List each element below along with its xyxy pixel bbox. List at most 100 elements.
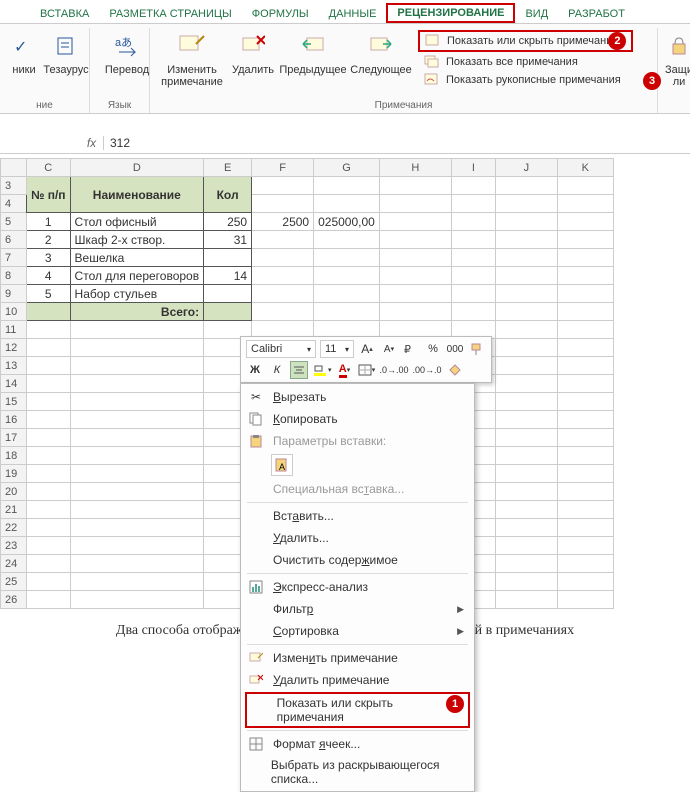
cell[interactable]: 025000,00 xyxy=(314,213,380,231)
cell[interactable] xyxy=(70,429,204,447)
cell-qty[interactable]: 250 xyxy=(204,213,252,231)
increase-font-icon[interactable]: A▴ xyxy=(358,340,376,358)
formula-input[interactable]: 312 xyxy=(104,136,690,150)
cell[interactable] xyxy=(451,303,495,321)
cell[interactable] xyxy=(557,465,613,483)
cell[interactable] xyxy=(451,213,495,231)
cell[interactable] xyxy=(557,537,613,555)
font-size-select[interactable]: 11▾ xyxy=(320,340,354,358)
cell[interactable] xyxy=(557,555,613,573)
menu-quick-analysis[interactable]: Экспресс-анализ xyxy=(241,576,474,598)
cell[interactable] xyxy=(314,195,380,213)
cell[interactable] xyxy=(252,249,314,267)
cell[interactable] xyxy=(252,285,314,303)
cell[interactable] xyxy=(451,231,495,249)
cell[interactable] xyxy=(495,339,557,357)
cell[interactable] xyxy=(557,483,613,501)
cell[interactable] xyxy=(70,555,204,573)
col-header[interactable]: K xyxy=(557,159,613,177)
edit-comment-button[interactable]: Изменить примечание xyxy=(156,28,228,90)
cell[interactable] xyxy=(557,213,613,231)
cell[interactable] xyxy=(495,411,557,429)
decrease-decimal-icon[interactable]: .00→.0 xyxy=(413,361,442,379)
paste-default-icon[interactable]: A xyxy=(271,454,293,476)
cell[interactable] xyxy=(70,357,204,375)
cell[interactable] xyxy=(27,447,71,465)
cell[interactable] xyxy=(495,375,557,393)
cell-name[interactable]: Шкаф 2-х створ. xyxy=(70,231,204,249)
row-header[interactable]: 15 xyxy=(1,393,27,411)
cell[interactable] xyxy=(557,429,613,447)
col-header[interactable] xyxy=(1,159,27,177)
cell[interactable] xyxy=(495,357,557,375)
row-header[interactable]: 16 xyxy=(1,411,27,429)
cell[interactable] xyxy=(495,465,557,483)
cell-qty[interactable] xyxy=(204,249,252,267)
cell[interactable] xyxy=(27,573,71,591)
cell[interactable] xyxy=(27,357,71,375)
cell[interactable] xyxy=(495,249,557,267)
cell[interactable] xyxy=(557,177,613,195)
cell-num[interactable]: 5 xyxy=(27,285,71,303)
menu-pick-from-list[interactable]: Выбрать из раскрывающегося списка... xyxy=(241,755,474,789)
cell[interactable] xyxy=(557,285,613,303)
row-header[interactable]: 11 xyxy=(1,321,27,339)
cell[interactable] xyxy=(27,483,71,501)
cell[interactable] xyxy=(495,303,557,321)
cell-name[interactable]: Стол для переговоров xyxy=(70,267,204,285)
col-header[interactable]: I xyxy=(451,159,495,177)
decrease-font-icon[interactable]: A▾ xyxy=(380,340,398,358)
cell[interactable] xyxy=(204,303,252,321)
row-header[interactable]: 6 xyxy=(1,231,27,249)
col-header[interactable]: E xyxy=(204,159,252,177)
comma-format-icon[interactable]: 000 xyxy=(446,340,464,358)
cell[interactable] xyxy=(495,519,557,537)
next-comment-button[interactable]: Следующее xyxy=(348,28,414,90)
cell[interactable] xyxy=(70,393,204,411)
cell[interactable] xyxy=(557,195,613,213)
menu-delete-comment[interactable]: Удалить примечание xyxy=(241,669,474,691)
cell[interactable] xyxy=(451,195,495,213)
accounting-format-icon[interactable]: ₽ xyxy=(402,340,420,358)
cell[interactable] xyxy=(379,267,451,285)
cell[interactable] xyxy=(314,177,380,195)
cell[interactable] xyxy=(314,267,380,285)
cell[interactable] xyxy=(27,429,71,447)
col-header[interactable]: J xyxy=(495,159,557,177)
cell[interactable] xyxy=(557,267,613,285)
col-header[interactable]: G xyxy=(314,159,380,177)
cell[interactable] xyxy=(379,213,451,231)
borders-icon[interactable]: ▾ xyxy=(358,361,376,379)
tab-developer[interactable]: РАЗРАБОТ xyxy=(558,5,635,23)
cell[interactable] xyxy=(27,591,71,609)
row-header[interactable]: 17 xyxy=(1,429,27,447)
row-header[interactable]: 13 xyxy=(1,357,27,375)
cell[interactable] xyxy=(557,573,613,591)
cell[interactable] xyxy=(27,303,71,321)
show-hide-comment-button[interactable]: Показать или скрыть примечание 2 xyxy=(418,30,633,52)
font-select[interactable]: Calibri▾ xyxy=(246,340,316,358)
cell[interactable] xyxy=(314,285,380,303)
prev-comment-button[interactable]: Предыдущее xyxy=(278,28,348,90)
cell[interactable] xyxy=(70,573,204,591)
header-num[interactable]: № п/п xyxy=(27,177,71,213)
cell[interactable] xyxy=(252,267,314,285)
cell[interactable] xyxy=(495,213,557,231)
font-color-icon[interactable]: A▾ xyxy=(336,361,354,379)
cell[interactable] xyxy=(70,339,204,357)
cell[interactable] xyxy=(495,285,557,303)
cell[interactable] xyxy=(27,393,71,411)
row-header[interactable]: 22 xyxy=(1,519,27,537)
menu-delete[interactable]: Удалить... xyxy=(241,527,474,549)
row-header[interactable]: 5 xyxy=(1,213,27,231)
cell[interactable] xyxy=(451,177,495,195)
cell[interactable] xyxy=(379,249,451,267)
fx-icon[interactable]: fx xyxy=(80,136,104,150)
delete-comment-button[interactable]: Удалить xyxy=(228,28,278,90)
row-header[interactable]: 9 xyxy=(1,285,27,303)
cell[interactable] xyxy=(27,339,71,357)
cell-num[interactable]: 2 xyxy=(27,231,71,249)
cell-num[interactable]: 3 xyxy=(27,249,71,267)
row-header[interactable]: 14 xyxy=(1,375,27,393)
menu-show-hide-comment[interactable]: Показать или скрыть примечания 1 xyxy=(245,692,470,728)
